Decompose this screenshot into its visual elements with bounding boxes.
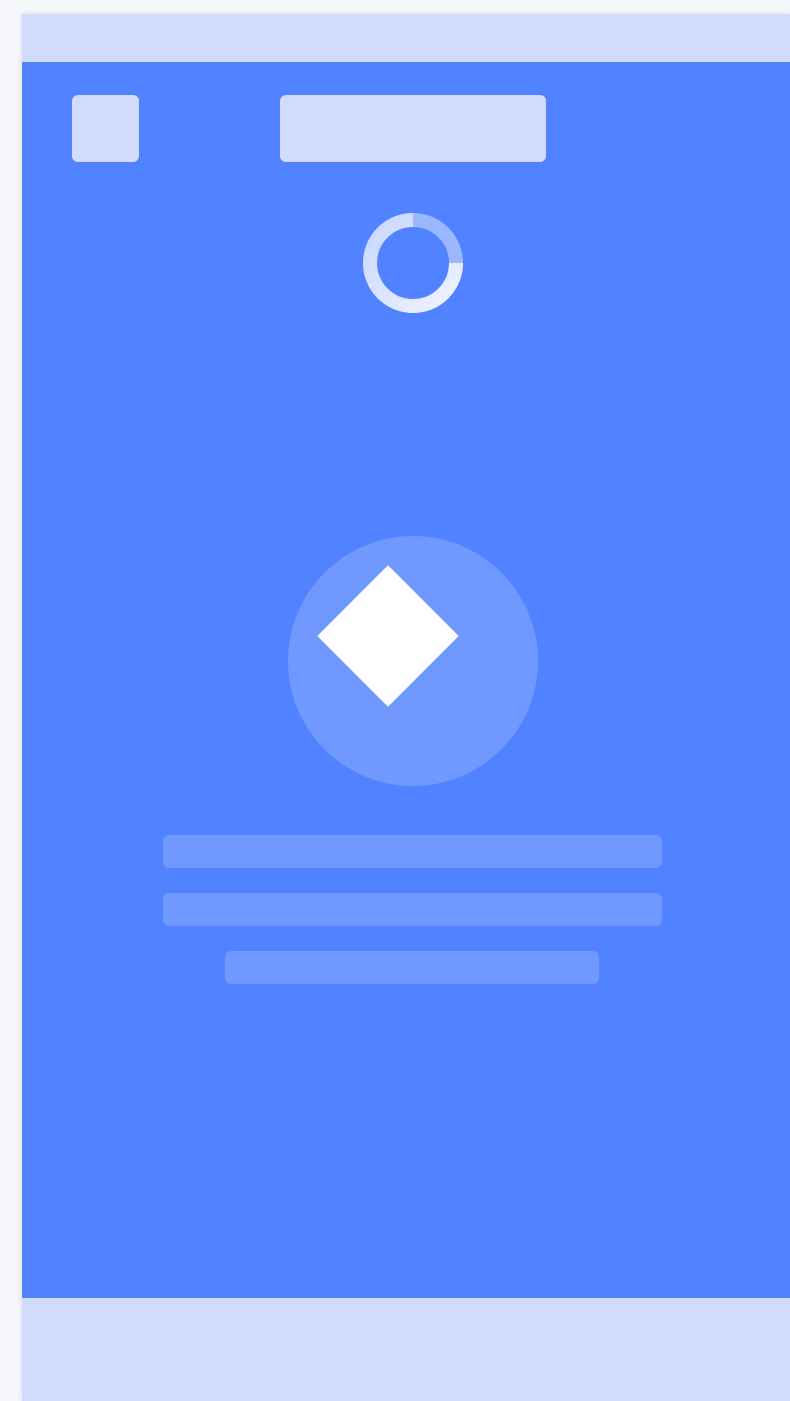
main-panel	[22, 62, 790, 1298]
loading-spinner-icon	[363, 213, 463, 313]
title-placeholder	[280, 95, 546, 162]
diamond-icon	[317, 565, 459, 707]
app-screen	[22, 14, 790, 1401]
bottom-bar	[22, 1298, 790, 1401]
menu-button-placeholder[interactable]	[72, 95, 139, 162]
text-placeholder-line	[163, 893, 662, 926]
hero-badge	[288, 536, 538, 786]
text-placeholder-line	[163, 835, 662, 868]
status-bar	[22, 14, 790, 62]
text-placeholder-line	[225, 951, 599, 984]
